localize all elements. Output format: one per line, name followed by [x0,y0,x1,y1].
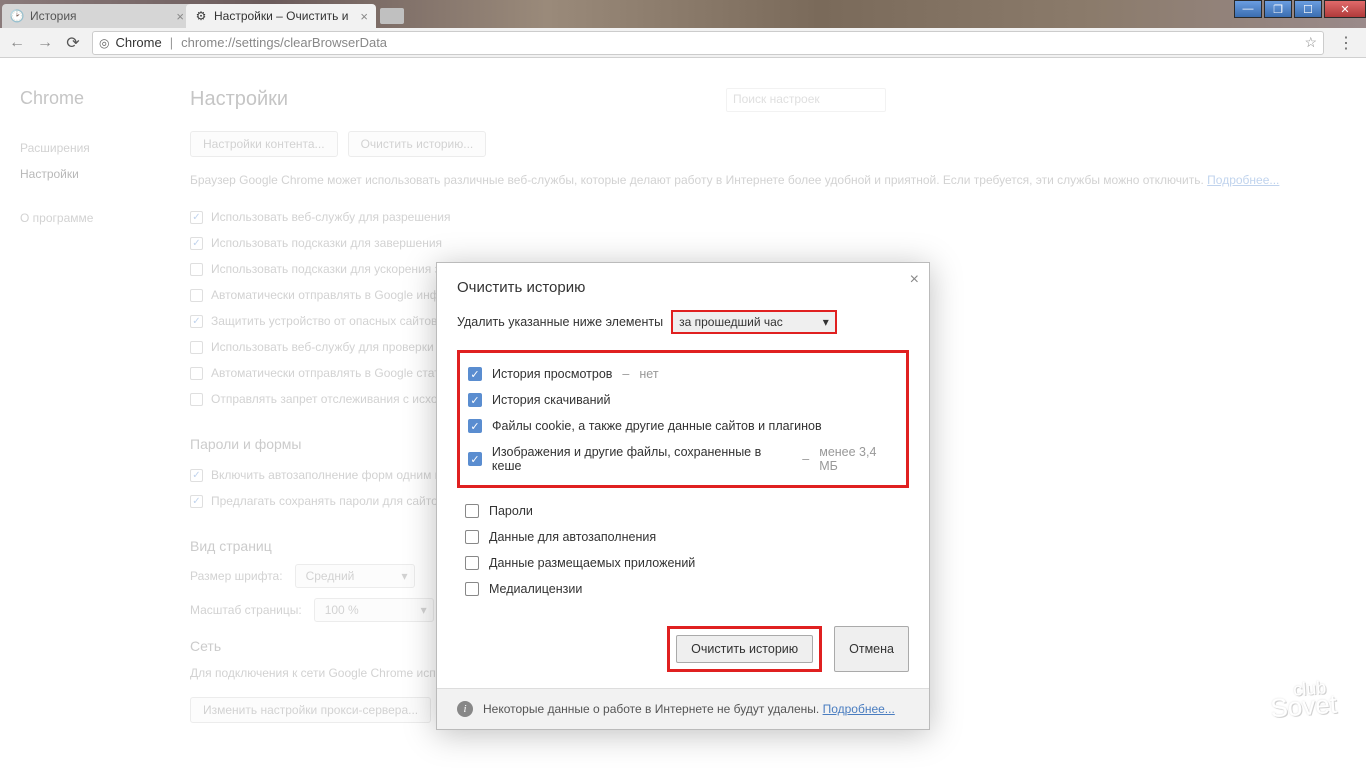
dialog-actions: Очистить историю Отмена [437,616,929,688]
browser-menu-button[interactable]: ⋮ [1334,33,1358,53]
window-restore-button[interactable]: ❐ [1264,0,1292,18]
checkbox-download-history[interactable] [468,393,482,407]
tab-history[interactable]: 🕑 История × [2,4,192,28]
gear-icon: ⚙ [194,9,208,23]
window-minimize-button[interactable]: — [1234,0,1262,18]
forward-button[interactable]: → [36,34,54,52]
tab-label: Настройки – Очистить и [214,9,348,23]
bookmark-star-icon[interactable]: ☆ [1304,34,1317,51]
origin-label: Chrome [115,35,161,50]
checkbox-media-licenses[interactable] [465,582,479,596]
tab-strip: 🕑 История × ⚙ Настройки – Очистить и × [2,4,404,28]
footer-learn-more-link[interactable]: Подробнее... [823,702,895,716]
checkbox-passwords[interactable] [465,504,479,518]
dialog-title: Очистить историю [457,279,585,296]
url-text: chrome://settings/clearBrowserData [181,35,387,50]
time-range-select[interactable]: за прошедший час [671,310,837,334]
window-controls: — ❐ ☐ ✕ [1232,0,1366,18]
time-range-label: Удалить указанные ниже элементы [457,315,663,329]
clear-browsing-data-dialog: Очистить историю × Удалить указанные ниж… [436,262,930,730]
browser-toolbar: ← → ⟳ ◎ Chrome | chrome://settings/clear… [0,28,1366,58]
window-maximize-button[interactable]: ☐ [1294,0,1322,18]
reload-button[interactable]: ⟳ [64,34,82,52]
checkbox-cached-images[interactable] [468,452,482,466]
back-button[interactable]: ← [8,34,26,52]
page-content: Chrome Расширения Настройки О программе … [0,58,1366,768]
cancel-button[interactable]: Отмена [834,626,909,672]
close-icon[interactable]: × [176,9,184,24]
info-icon: i [457,701,473,717]
clear-data-confirm-button[interactable]: Очистить историю [676,635,813,663]
checkbox-browsing-history[interactable] [468,367,482,381]
chrome-icon: ◎ [99,36,109,50]
window-close-button[interactable]: ✕ [1324,0,1366,18]
history-icon: 🕑 [10,9,24,23]
address-bar[interactable]: ◎ Chrome | chrome://settings/clearBrowse… [92,31,1324,55]
new-tab-button[interactable] [380,8,404,24]
checkbox-cookies[interactable] [468,419,482,433]
watermark-logo: club Sovet [1268,680,1337,721]
highlighted-checkbox-group: История просмотров – нет История скачива… [457,350,909,488]
close-icon[interactable]: × [360,9,368,24]
dialog-close-button[interactable]: × [910,271,919,289]
window-titlebar: 🕑 История × ⚙ Настройки – Очистить и × —… [0,0,1366,28]
footer-text: Некоторые данные о работе в Интернете не… [483,702,819,716]
tab-settings[interactable]: ⚙ Настройки – Очистить и × [186,4,376,28]
plain-checkbox-group: Пароли Данные для автозаполнения Данные … [457,498,909,602]
dialog-header: Очистить историю × [437,263,929,310]
checkbox-autofill[interactable] [465,530,479,544]
tab-label: История [30,9,77,23]
dialog-footer: i Некоторые данные о работе в Интернете … [437,688,929,729]
checkbox-hosted-apps[interactable] [465,556,479,570]
